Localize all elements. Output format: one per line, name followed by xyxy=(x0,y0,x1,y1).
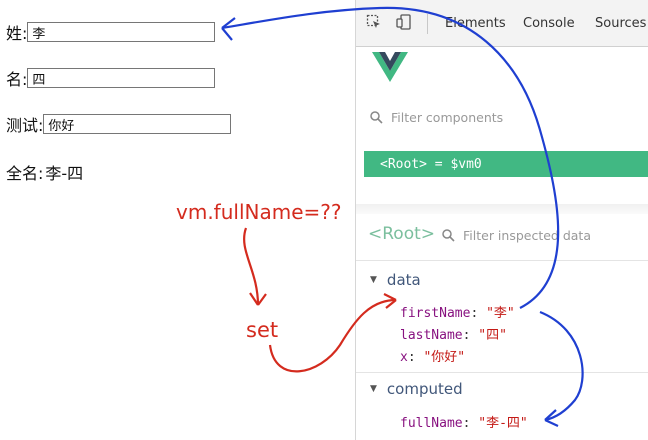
annotation-vm-fullname: vm.fullName=?? xyxy=(176,200,342,224)
surname-input[interactable] xyxy=(27,22,216,42)
filter-inspected-field[interactable]: Filter inspected data xyxy=(442,228,591,243)
given-name-row: 名: xyxy=(6,66,216,90)
collapse-triangle-icon: ▼ xyxy=(370,384,377,394)
data-prop-x[interactable]: x: "你好" xyxy=(400,346,465,365)
inspected-root-label: <Root> xyxy=(368,224,436,244)
data-section-title: data xyxy=(386,271,421,289)
prop-value: "李-四" xyxy=(478,416,528,431)
data-section-toggle[interactable]: ▼ data xyxy=(370,271,421,289)
search-icon xyxy=(370,111,383,124)
fullname-label: 全名: xyxy=(6,164,44,183)
annotation-set: set xyxy=(246,318,279,342)
devtools-panel: Elements Console Sources Filter componen… xyxy=(355,0,648,440)
root-item-label: <Root> = $vm0 xyxy=(380,156,482,172)
data-prop-firstname[interactable]: firstName: "李" xyxy=(400,302,515,321)
collapse-triangle-icon: ▼ xyxy=(370,275,377,285)
prop-value: "李" xyxy=(486,306,515,321)
prop-value: "你好" xyxy=(423,350,466,365)
computed-section-toggle[interactable]: ▼ computed xyxy=(370,380,463,398)
tab-console[interactable]: Console xyxy=(523,16,575,31)
fullname-value: 李-四 xyxy=(45,164,84,183)
prop-value: "四" xyxy=(478,328,507,343)
inspect-element-icon[interactable] xyxy=(366,14,382,30)
surname-row: 姓: xyxy=(6,20,216,44)
section-divider xyxy=(356,372,648,373)
given-name-label: 名: xyxy=(6,70,28,89)
computed-prop-fullname[interactable]: fullName: "李-四" xyxy=(400,412,528,431)
test-label: 测试: xyxy=(6,116,44,135)
pane-separator xyxy=(356,204,648,214)
tab-elements[interactable]: Elements xyxy=(445,16,506,31)
surname-label: 姓: xyxy=(6,24,28,43)
filter-components-placeholder: Filter components xyxy=(391,110,504,125)
devtools-tabbar: Elements Console Sources xyxy=(356,0,648,47)
prop-colon: : xyxy=(407,350,424,365)
test-input[interactable] xyxy=(43,114,232,134)
vue-logo-icon xyxy=(372,52,408,82)
prop-key: fullName xyxy=(400,416,463,431)
inspected-component-name: <Root> xyxy=(368,224,435,244)
tab-sources[interactable]: Sources xyxy=(595,16,646,31)
prop-colon: : xyxy=(470,306,487,321)
filter-components-field[interactable]: Filter components xyxy=(370,110,503,125)
prop-colon: : xyxy=(462,416,479,431)
data-prop-lastname[interactable]: lastName: "四" xyxy=(400,324,507,343)
device-toolbar-icon[interactable] xyxy=(396,14,412,30)
prop-key: lastName xyxy=(400,328,463,343)
test-row: 测试: xyxy=(6,112,232,136)
toolbar-divider xyxy=(427,14,428,34)
search-icon xyxy=(442,229,455,242)
filter-inspected-placeholder: Filter inspected data xyxy=(463,228,591,243)
computed-section-title: computed xyxy=(386,380,463,398)
fullname-row: 全名: 李-四 xyxy=(6,160,83,184)
prop-key: x xyxy=(400,350,408,365)
prop-key: firstName xyxy=(400,306,471,321)
component-tree-root-item[interactable]: <Root> = $vm0 xyxy=(364,151,648,177)
prop-colon: : xyxy=(462,328,479,343)
given-name-input[interactable] xyxy=(27,68,216,88)
